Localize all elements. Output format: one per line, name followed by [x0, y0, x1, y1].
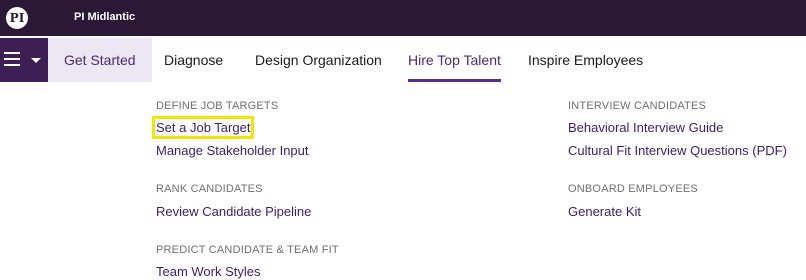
pi-logo[interactable]: PI: [6, 7, 28, 29]
link-generate-kit[interactable]: Generate Kit: [568, 204, 641, 219]
tab-hire-top-talent[interactable]: Hire Top Talent: [408, 38, 501, 82]
link-cultural-fit-questions[interactable]: Cultural Fit Interview Questions (PDF): [568, 143, 787, 158]
link-set-job-target[interactable]: Set a Job Target: [151, 116, 255, 139]
link-team-work-styles[interactable]: Team Work Styles: [156, 264, 261, 279]
link-behavioral-interview-guide[interactable]: Behavioral Interview Guide: [568, 120, 723, 135]
tab-diagnose[interactable]: Diagnose: [164, 38, 223, 82]
company-name: PI Midlantic: [74, 11, 136, 23]
section-title-define-job-targets: DEFINE JOB TARGETS: [156, 100, 279, 112]
tab-get-started[interactable]: Get Started: [48, 38, 152, 82]
section-title-predict-fit: PREDICT CANDIDATE & TEAM FIT: [156, 244, 339, 256]
section-title-interview-candidates: INTERVIEW CANDIDATES: [568, 100, 707, 112]
section-title-rank-candidates: RANK CANDIDATES: [156, 183, 263, 195]
menu-button[interactable]: [0, 38, 48, 82]
hamburger-icon: [4, 52, 20, 66]
link-review-candidate-pipeline[interactable]: Review Candidate Pipeline: [156, 204, 311, 219]
section-title-onboard-employees: ONBOARD EMPLOYEES: [568, 183, 698, 195]
main-nav: Get Started Diagnose Design Organization…: [0, 36, 806, 84]
chevron-down-icon: [31, 58, 41, 63]
tab-inspire-employees[interactable]: Inspire Employees: [528, 38, 643, 82]
top-bar: PI PI Midlantic: [0, 0, 806, 36]
link-manage-stakeholder-input[interactable]: Manage Stakeholder Input: [156, 143, 309, 158]
tab-design-organization[interactable]: Design Organization: [255, 38, 382, 82]
